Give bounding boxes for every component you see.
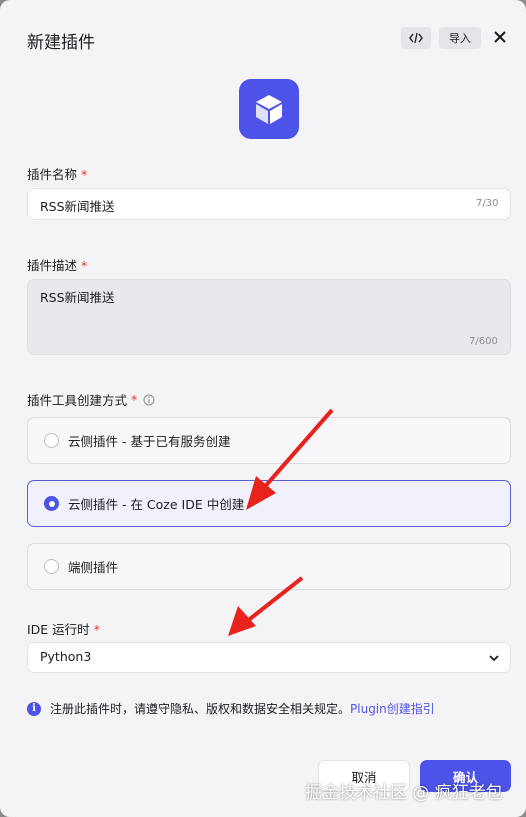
- plugin-desc-label: 插件描述 *: [27, 258, 88, 273]
- option-device-side[interactable]: 端侧插件: [27, 543, 511, 590]
- option-label: 云侧插件 - 在 Coze IDE 中创建: [68, 497, 245, 512]
- required-mark: *: [81, 258, 88, 273]
- option-label: 云侧插件 - 基于已有服务创建: [68, 434, 231, 449]
- plugin-name-counter: 7/30: [476, 198, 499, 209]
- required-mark: *: [131, 392, 138, 407]
- plugin-name-label: 插件名称 *: [27, 167, 88, 182]
- create-plugin-dialog: 新建插件 导入 插件名称 * RSS新闻推送 7/30 插件描述 * RSS新闻推送…: [0, 0, 526, 817]
- code-icon: [409, 32, 423, 44]
- cube-icon: [256, 95, 282, 124]
- plugin-name-input[interactable]: RSS新闻推送: [27, 188, 511, 220]
- required-mark: *: [81, 167, 88, 182]
- ide-runtime-label: IDE 运行时 *: [27, 622, 100, 637]
- import-button[interactable]: 导入: [439, 27, 481, 49]
- option-label: 端侧插件: [68, 560, 119, 575]
- radio-button-selected[interactable]: [44, 496, 59, 511]
- plugin-desc-counter: 7/600: [469, 336, 498, 347]
- plugin-avatar-icon[interactable]: [239, 79, 299, 139]
- plugin-name-value: RSS新闻推送: [40, 199, 115, 214]
- ide-runtime-value: Python3: [40, 649, 92, 664]
- dialog-title: 新建插件: [27, 33, 95, 53]
- plugin-guide-link[interactable]: Plugin创建指引: [350, 700, 435, 717]
- required-mark: *: [93, 622, 100, 637]
- notice-text: 注册此插件时，请遵守隐私、版权和数据安全相关规定。: [50, 702, 351, 716]
- close-icon[interactable]: [492, 29, 508, 45]
- radio-button[interactable]: [44, 433, 59, 448]
- compliance-notice: i 注册此插件时，请遵守隐私、版权和数据安全相关规定。 Plugin创建指引: [27, 700, 435, 717]
- ide-runtime-select[interactable]: Python3: [27, 642, 511, 673]
- option-cloud-coze-ide[interactable]: 云侧插件 - 在 Coze IDE 中创建: [27, 480, 511, 527]
- plugin-desc-value: RSS新闻推送: [40, 290, 115, 305]
- watermark: 掘金技术社区 @ 疯狂老包: [305, 783, 503, 803]
- creation-method-label: 插件工具创建方式 *: [27, 390, 155, 409]
- option-cloud-existing-service[interactable]: 云侧插件 - 基于已有服务创建: [27, 417, 511, 464]
- info-outline-icon[interactable]: [143, 394, 155, 406]
- radio-button[interactable]: [44, 559, 59, 574]
- code-view-button[interactable]: [401, 27, 431, 49]
- plugin-desc-textarea[interactable]: RSS新闻推送: [27, 279, 511, 355]
- chevron-down-icon: [489, 655, 499, 662]
- info-icon: i: [27, 701, 41, 716]
